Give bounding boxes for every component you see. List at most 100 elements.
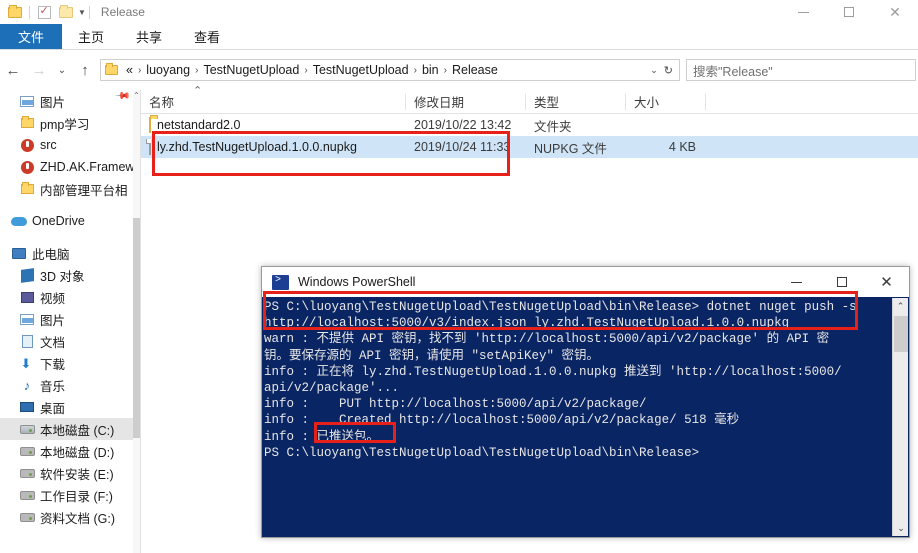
breadcrumb-folder-icon (105, 63, 118, 75)
tab-file[interactable]: 文件 (0, 24, 63, 49)
console-line: info : 已推送包。 (264, 429, 380, 444)
sidebar-item-this-pc[interactable]: 此电脑 (0, 242, 140, 264)
scrollbar-thumb[interactable] (133, 218, 140, 438)
sidebar-item-3d-objects[interactable]: 3D 对象 (0, 264, 140, 286)
breadcrumb-item-release[interactable]: Release (448, 63, 502, 77)
explorer-title-bar: ▼ Release ✕ (0, 0, 918, 24)
powershell-console-output[interactable]: PS C:\luoyang\TestNugetUpload\TestNugetU… (262, 297, 909, 537)
column-header-date[interactable]: 修改日期 (406, 90, 526, 114)
pictures-icon (18, 313, 36, 325)
back-button[interactable]: ← (0, 56, 26, 84)
sidebar-item-desktop[interactable]: 桌面 (0, 396, 140, 418)
git-repo-icon (18, 138, 36, 152)
table-row[interactable]: ly.zhd.TestNugetUpload.1.0.0.nupkg 2019/… (141, 136, 918, 158)
git-repo-icon (18, 160, 36, 174)
sidebar-item-label: ZHD.AK.Framew (40, 160, 135, 174)
drive-icon (18, 446, 36, 456)
sidebar-item-label: 此电脑 (32, 247, 70, 262)
sidebar-item-label: OneDrive (32, 214, 85, 228)
file-name-cell[interactable]: ly.zhd.TestNugetUpload.1.0.0.nupkg (141, 139, 406, 155)
maximize-button[interactable] (826, 0, 872, 24)
column-header-type[interactable]: 类型 (526, 90, 626, 114)
maximize-button[interactable] (819, 267, 864, 297)
file-name-cell[interactable]: netstandard2.0 (141, 117, 406, 133)
sidebar-item-label: 图片 (40, 95, 66, 110)
sidebar-item-music[interactable]: ♪ 音乐 (0, 374, 140, 396)
videos-icon (18, 291, 36, 303)
file-date-cell: 2019/10/22 13:42 (414, 118, 512, 132)
tab-view[interactable]: 查看 (178, 24, 236, 49)
tab-home[interactable]: 主页 (62, 24, 120, 49)
navigation-pane-scrollbar[interactable]: ⌃ (133, 90, 140, 553)
breadcrumb-item-bin[interactable]: bin (418, 63, 443, 77)
sidebar-item-documents[interactable]: 文档 (0, 330, 140, 352)
properties-check-icon[interactable] (33, 1, 55, 23)
minimize-button[interactable] (774, 267, 819, 297)
sidebar-item-label: 视频 (40, 291, 66, 306)
column-header-name[interactable]: ⌃ 名称 (141, 85, 406, 114)
close-button[interactable]: ✕ (872, 0, 918, 24)
sidebar-item-pictures-quick[interactable]: 图片 📌 (0, 90, 140, 112)
music-icon: ♪ (23, 377, 31, 393)
sidebar-item-label: 3D 对象 (40, 269, 85, 284)
folder-icon[interactable] (4, 1, 26, 23)
breadcrumb-item-testnugetupload-2[interactable]: TestNugetUpload (309, 63, 413, 77)
scrollbar-thumb[interactable] (894, 316, 908, 352)
file-date-cell: 2019/10/24 11:33 (414, 140, 511, 154)
scroll-down-icon[interactable]: ⌄ (893, 520, 909, 536)
scroll-up-icon[interactable]: ⌃ (893, 298, 908, 314)
console-line: info : 正在将 ly.zhd.TestNugetUpload.1.0.0.… (264, 364, 842, 379)
toolbar-divider (29, 5, 30, 19)
console-line: warn : 不提供 API 密钥，找不到 'http://localhost:… (264, 332, 830, 347)
downloads-icon: ⬇ (20, 355, 32, 371)
search-input[interactable]: 搜索"Release" (686, 59, 916, 81)
folder-icon (18, 116, 36, 128)
sidebar-item-label: pmp学习 (40, 117, 90, 132)
sidebar-item-work-f[interactable]: 工作目录 (F:) (0, 484, 140, 506)
sidebar-item-software-e[interactable]: 软件安装 (E:) (0, 462, 140, 484)
sidebar-item-label: 下载 (40, 357, 66, 372)
powershell-scrollbar[interactable]: ⌃ ⌄ (892, 298, 908, 536)
address-dropdown-icon[interactable]: ⌄ (644, 65, 664, 76)
breadcrumb-item-testnugetupload-1[interactable]: TestNugetUpload (199, 63, 303, 77)
powershell-title-bar: Windows PowerShell ✕ (262, 267, 909, 297)
quick-access-toolbar[interactable]: ▼ (0, 0, 93, 24)
sidebar-item-label: src (40, 138, 57, 152)
column-header-size[interactable]: 大小 (626, 90, 706, 114)
breadcrumb-item-luoyang[interactable]: luoyang (142, 63, 194, 77)
file-name-label: ly.zhd.TestNugetUpload.1.0.0.nupkg (157, 140, 357, 154)
tab-share[interactable]: 共享 (120, 24, 178, 49)
address-bar: ← → ⌄ ↑ « › luoyang › TestNugetUpload › … (0, 56, 918, 84)
sidebar-item-local-disk-c[interactable]: 本地磁盘 (C:) (0, 418, 140, 440)
refresh-icon[interactable]: ↻ (664, 64, 677, 77)
sidebar-item-downloads[interactable]: ⬇ 下载 (0, 352, 140, 374)
explorer-window-buttons[interactable]: ✕ (780, 0, 918, 24)
sidebar-item-docs-g[interactable]: 资料文档 (G:) (0, 506, 140, 528)
sidebar-item-videos[interactable]: 视频 (0, 286, 140, 308)
breadcrumb[interactable]: « › luoyang › TestNugetUpload › TestNuge… (100, 59, 680, 81)
minimize-button[interactable] (780, 0, 826, 24)
up-button[interactable]: ↑ (72, 56, 98, 84)
sidebar-item-label: 本地磁盘 (C:) (40, 423, 115, 438)
toolbar-divider-2 (88, 5, 90, 19)
navigation-pane: 图片 📌 pmp学习 src ZHD.AK.Framew 内部管理平台相 One… (0, 90, 140, 553)
close-button[interactable]: ✕ (864, 267, 909, 297)
sidebar-item-pmp[interactable]: pmp学习 (0, 112, 140, 134)
sidebar-item-local-disk-d[interactable]: 本地磁盘 (D:) (0, 440, 140, 462)
sidebar-item-internal-platform[interactable]: 内部管理平台相 (0, 178, 140, 200)
forward-button[interactable]: → (26, 56, 52, 84)
sidebar-item-pictures[interactable]: 图片 (0, 308, 140, 330)
powershell-window-buttons[interactable]: ✕ (774, 267, 909, 297)
recent-locations-button[interactable]: ⌄ (52, 56, 72, 84)
new-folder-icon[interactable] (55, 1, 77, 23)
sidebar-item-zhd-ak-framework[interactable]: ZHD.AK.Framew (0, 156, 140, 178)
sidebar-item-src[interactable]: src (0, 134, 140, 156)
chevron-down-icon[interactable]: ▼ (78, 8, 86, 17)
sidebar-item-onedrive[interactable]: OneDrive (0, 210, 140, 232)
drive-icon (18, 490, 36, 500)
breadcrumb-root[interactable]: « (122, 63, 137, 77)
screen: ▼ Release ✕ 文件 主页 共享 查看 ← → ⌄ ↑ « › (0, 0, 918, 553)
scroll-up-icon[interactable]: ⌃ (133, 90, 140, 102)
sidebar-item-label: 文档 (40, 335, 66, 350)
table-row[interactable]: netstandard2.0 2019/10/22 13:42 文件夹 (141, 114, 918, 136)
